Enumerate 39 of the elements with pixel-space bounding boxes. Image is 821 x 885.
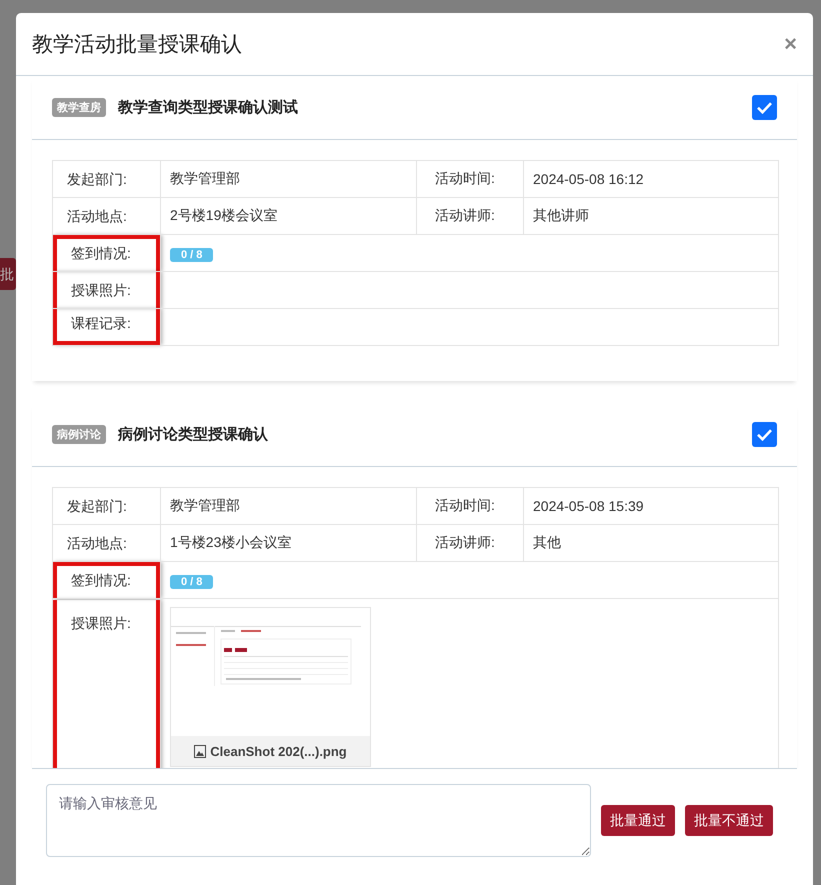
dialog-title: 教学活动批量授课确认: [32, 32, 242, 58]
field-value: 2024-05-08 15:39: [524, 488, 778, 524]
field-value: 其他讲师: [524, 198, 778, 234]
field-label: 活动地点:: [66, 207, 128, 226]
file-name: CleanShot 202(...).png: [171, 736, 370, 766]
field-value: 教学管理部: [160, 160, 416, 198]
field-label: 活动讲师:: [416, 198, 524, 234]
check-icon: [757, 102, 772, 114]
field-value: 教学管理部: [160, 488, 416, 524]
field-value: 1号楼23楼小会议室: [160, 524, 416, 562]
field-label: 签到情况:: [53, 235, 160, 271]
count-badge: 0 / 8: [170, 574, 214, 588]
category-tag: 病例讨论: [52, 425, 106, 444]
field-label: 发起部门:: [66, 170, 128, 189]
select-checkbox[interactable]: [752, 422, 777, 447]
check-icon: [757, 428, 772, 440]
image-attachment[interactable]: CleanShot 202(...).png: [170, 607, 371, 767]
field-label: 课程记录:: [53, 309, 160, 345]
review-comment-field[interactable]: 请输入审核意见: [46, 784, 591, 857]
category-tag: 教学查房: [52, 98, 106, 117]
field-label: 授课照片:: [53, 272, 160, 308]
field-value: 其他: [524, 524, 778, 562]
field-label: 发起部门:: [66, 497, 128, 516]
select-checkbox[interactable]: [752, 95, 777, 120]
field-value: 2号楼19楼会议室: [160, 198, 416, 234]
image-file-icon: [194, 744, 206, 758]
field-label: 活动地点:: [66, 534, 128, 553]
field-value: 2024-05-08 16:12: [524, 160, 778, 198]
batch-action-button[interactable]: 批量通过: [601, 805, 675, 836]
field-label: 授课照片:: [53, 600, 160, 768]
field-label: 活动时间:: [416, 488, 524, 524]
count-badge: 0 / 8: [170, 248, 214, 262]
field-label: 活动讲师:: [416, 524, 524, 562]
field-label: 签到情况:: [53, 562, 160, 598]
batch-action-button[interactable]: 批量不通过: [685, 805, 773, 836]
activity-title: 病例讨论类型授课确认: [118, 425, 269, 444]
activity-title: 教学查询类型授课确认测试: [118, 98, 299, 117]
close-button[interactable]: ×: [784, 31, 797, 57]
field-label: 活动时间:: [416, 160, 524, 198]
